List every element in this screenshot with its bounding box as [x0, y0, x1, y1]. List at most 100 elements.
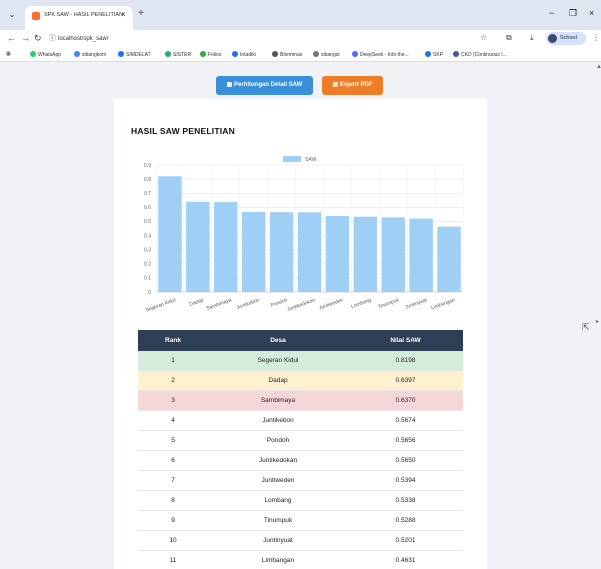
bookmark-item[interactable]: sibangst	[313, 51, 340, 58]
table-row: 6 Juntikedokan 0.5650	[138, 451, 463, 471]
cell-rank: 6	[171, 457, 175, 464]
cell-desa: Tinumpuk	[263, 517, 293, 524]
cell-desa: Juntiweden	[261, 477, 295, 484]
bookmark-item[interactable]: sibangkom	[74, 51, 106, 58]
new-tab-icon[interactable]: +	[138, 8, 144, 19]
header-desa[interactable]: Desa	[208, 330, 348, 351]
whatsapp-icon	[30, 51, 36, 57]
chart-bar	[241, 211, 266, 292]
table-row: 5 Pondoh 0.5656	[138, 431, 463, 451]
bookmark-label: sibangkom	[82, 52, 107, 58]
cell-desa: Dadap	[268, 377, 288, 384]
browser-tab[interactable]: SPK SAW - HASIL PENELITIAN ×	[25, 6, 133, 30]
site-icon	[313, 51, 319, 57]
table-row: 1 Segeran Kidul 0.8198	[138, 351, 463, 371]
restore-icon[interactable]: ❐	[569, 8, 577, 19]
x-tick-label: Tinumpuk	[377, 297, 400, 310]
bookmark-label: SKP	[433, 52, 444, 58]
apps-icon[interactable]: ▦	[6, 51, 11, 57]
menu-icon[interactable]: ⋮	[592, 33, 600, 42]
bookmarks-bar: ▦ WhatsApp sibangkom SIMDELAT SISTER Fol…	[0, 48, 601, 62]
page-title: HASIL SAW PENELITIAN	[131, 126, 235, 136]
site-icon	[453, 51, 459, 57]
bookmark-item[interactable]: SKP	[425, 51, 443, 58]
site-icon	[272, 51, 278, 57]
bookmark-item[interactable]: SIMDELAT	[118, 51, 151, 58]
favicon-icon	[32, 12, 40, 20]
site-icon	[118, 51, 124, 57]
chart-bar	[269, 212, 294, 292]
export-pdf-button[interactable]: ▤ Export PDF	[322, 76, 383, 95]
y-tick-label: 0.1	[144, 276, 151, 282]
bookmark-item[interactable]: Bitemmas	[272, 51, 302, 58]
cell-nilai: 0.5201	[395, 537, 416, 544]
x-tick-label: Limbangan	[430, 297, 456, 311]
bookmark-item[interactable]: CKD (Continuous I...	[453, 51, 507, 58]
saw-bar-chart: 0 0.1 0.2 0.3 0.4 0.5 0.6 0.7 0.8 0.9 SAW Segeran K…	[144, 156, 464, 314]
cell-nilai: 0.5674	[395, 417, 416, 424]
results-table: Rank Desa Nilai SAW 1 Segeran Kidul 0.81…	[138, 330, 463, 569]
scroll-up-icon[interactable]: ▲	[596, 64, 601, 70]
cell-nilai: 0.6370	[395, 397, 416, 404]
cell-desa: Juntikebon	[262, 417, 294, 424]
bookmark-label: CKD (Continuous I...	[461, 52, 507, 58]
cell-rank: 11	[169, 557, 177, 564]
tab-title: SPK SAW - HASIL PENELITIAN	[44, 12, 124, 18]
chart-bar	[158, 176, 182, 292]
site-icon	[232, 51, 238, 57]
cell-rank: 9	[171, 517, 175, 524]
close-window-icon[interactable]: ×	[589, 8, 594, 18]
cell-nilai: 0.5656	[395, 437, 416, 444]
profile-button[interactable]: School	[546, 32, 586, 45]
extensions-icon[interactable]: ⧉	[506, 33, 512, 43]
cell-nilai: 0.4631	[395, 557, 416, 564]
cell-rank: 7	[171, 477, 175, 484]
reload-icon[interactable]: ↻	[34, 33, 42, 44]
tab-search-icon[interactable]: ⌄	[6, 9, 18, 21]
table-header: Rank Desa Nilai SAW	[138, 330, 463, 351]
bookmark-item[interactable]: WhatsApp	[30, 51, 61, 58]
url-field[interactable]: localhost/spk_saw/	[58, 33, 108, 45]
x-tick-label: Dadap	[189, 297, 205, 308]
bookmark-item[interactable]: Folios	[200, 51, 221, 58]
chart-bar	[325, 215, 350, 292]
minimize-icon[interactable]: −	[549, 8, 554, 18]
download-icon[interactable]: ⤓	[530, 33, 534, 43]
site-icon	[165, 51, 171, 57]
legend-swatch	[283, 156, 301, 162]
y-tick-label: 0.8	[144, 177, 151, 183]
chart-bar	[437, 226, 461, 292]
cell-desa: Segeran Kidul	[257, 357, 299, 364]
calculator-icon: ▦	[226, 82, 234, 88]
bookmark-star-icon[interactable]: ☆	[480, 33, 487, 42]
table-row: 11 Limbangan 0.4631	[138, 551, 463, 569]
cell-nilai: 0.5338	[395, 497, 416, 504]
bookmark-item[interactable]: DeepSeek - Into the...	[352, 51, 409, 58]
back-icon[interactable]: ←	[7, 33, 16, 43]
bookmark-item[interactable]: SISTER	[165, 51, 191, 58]
bookmark-label: SIMDELAT	[126, 52, 151, 58]
x-tick-label: Sambimaya	[206, 297, 233, 312]
y-tick-label: 0.3	[144, 247, 151, 253]
table-row: 2 Dadap 0.6397	[138, 371, 463, 391]
y-tick-label: 0	[148, 290, 151, 296]
detail-calculation-button[interactable]: ▦ Perhitungan Detail SAW	[216, 76, 313, 95]
scroll-thumb-icon[interactable]: ▸	[596, 318, 599, 325]
tab-close-icon[interactable]: ×	[121, 10, 126, 19]
forward-icon[interactable]: →	[21, 33, 30, 43]
site-info-icon[interactable]: ⓘ	[49, 33, 56, 43]
cell-rank: 5	[171, 437, 175, 444]
cell-rank: 10	[169, 537, 177, 544]
cell-nilai: 0.5394	[395, 477, 416, 484]
profile-name: School	[560, 35, 577, 41]
header-nilai-saw[interactable]: Nilai SAW	[348, 330, 463, 351]
bookmark-item[interactable]: Intadiki	[232, 51, 256, 58]
x-tick-label: Juntikedokan	[286, 297, 316, 313]
y-tick-label: 0.5	[144, 219, 151, 225]
site-icon	[200, 51, 206, 57]
chart-bar	[297, 212, 322, 292]
deepseek-icon	[352, 51, 358, 57]
header-rank[interactable]: Rank	[138, 330, 208, 351]
bookmark-label: SISTER	[173, 52, 192, 58]
y-tick-label: 0.2	[144, 262, 151, 268]
